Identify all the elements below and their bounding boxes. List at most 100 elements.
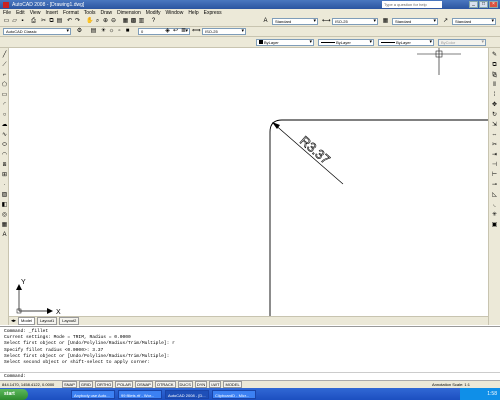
properties-icon[interactable]: ▦ — [122, 18, 129, 25]
model-toggle[interactable]: MODEL — [223, 381, 242, 388]
zoom-previous-icon[interactable]: ⊖ — [110, 18, 117, 25]
help-search-input[interactable]: Type a question for help — [382, 1, 442, 8]
menu-tools[interactable]: Tools — [84, 10, 96, 16]
make-object-layer-current-icon[interactable]: ◈ — [164, 28, 171, 35]
ellipse-arc-icon[interactable]: ◠ — [1, 152, 8, 159]
tab-nav-arrows-icon[interactable]: ◂▸ — [11, 318, 16, 324]
gradient-icon[interactable]: ◧ — [1, 202, 8, 209]
close-button[interactable]: × — [489, 1, 498, 8]
join-icon[interactable]: ⊸ — [491, 182, 498, 189]
dim-style-select[interactable]: ISO-25 — [332, 18, 378, 25]
line-icon[interactable]: ╱ — [1, 52, 8, 59]
open-icon[interactable]: ▱ — [11, 18, 18, 25]
help-icon[interactable]: ? — [150, 18, 157, 25]
multileader-style-select[interactable]: Standard — [452, 18, 496, 25]
explode-icon[interactable]: ✳ — [491, 212, 498, 219]
construction-line-icon[interactable]: ⟋ — [1, 62, 8, 69]
lineweight-select[interactable]: ByLayer — [378, 39, 434, 46]
tab-layout2[interactable]: Layout2 — [59, 317, 80, 325]
design-center-icon[interactable]: ▩ — [130, 18, 137, 25]
copy-object-icon[interactable]: ⧉ — [491, 62, 498, 69]
text-style-select[interactable]: Standard — [272, 18, 318, 25]
layer-manager-icon[interactable]: ▤ — [90, 28, 97, 35]
taskbar-item[interactable]: AutoCAD 2008 - [D... — [165, 389, 209, 399]
tab-model[interactable]: Model — [18, 317, 35, 325]
draworder-icon[interactable]: ▣ — [491, 222, 498, 229]
polyline-icon[interactable]: ⌐ — [1, 72, 8, 79]
minimize-button[interactable]: _ — [469, 1, 478, 8]
extend-icon[interactable]: ⇥ — [491, 152, 498, 159]
start-button[interactable]: start — [0, 388, 28, 400]
polar-toggle[interactable]: POLAR — [115, 381, 133, 388]
linetype-select[interactable]: ByLayer — [318, 39, 374, 46]
menu-view[interactable]: View — [30, 10, 41, 16]
move-icon[interactable]: ✥ — [491, 102, 498, 109]
break-icon[interactable]: ⊢ — [491, 172, 498, 179]
taskbar-item[interactable]: 99 fillets.rtf - Wor... — [118, 389, 162, 399]
offset-icon[interactable]: ⫴ — [491, 82, 498, 89]
insert-block-icon[interactable]: ⧈ — [1, 162, 8, 169]
pan-icon[interactable]: ✋ — [86, 18, 93, 25]
menu-window[interactable]: Window — [166, 10, 184, 16]
scale-icon[interactable]: ⇲ — [491, 122, 498, 129]
menu-draw[interactable]: Draw — [100, 10, 112, 16]
spline-icon[interactable]: ∿ — [1, 132, 8, 139]
table-icon[interactable]: ▦ — [1, 222, 8, 229]
dyn-toggle[interactable]: DYN — [194, 381, 208, 388]
menu-modify[interactable]: Modify — [146, 10, 161, 16]
workspace-select[interactable]: AutoCAD Classic — [3, 28, 71, 35]
maximize-button[interactable]: □ — [479, 1, 488, 8]
freeze-icon[interactable]: ☼ — [108, 28, 115, 35]
menu-help[interactable]: Help — [188, 10, 198, 16]
command-input[interactable]: Command: — [0, 372, 500, 380]
break-at-point-icon[interactable]: ⊣ — [491, 162, 498, 169]
point-icon[interactable]: · — [1, 182, 8, 189]
mtext-icon[interactable]: A — [1, 232, 8, 239]
undo-icon[interactable]: ↶ — [66, 18, 73, 25]
revcloud-icon[interactable]: ☁ — [1, 122, 8, 129]
drawing-canvas[interactable]: R3.37 X Y — [9, 48, 488, 316]
menu-dimension[interactable]: Dimension — [117, 10, 141, 16]
trim-icon[interactable]: ✂ — [491, 142, 498, 149]
save-icon[interactable]: ▪ — [19, 18, 26, 25]
coordinate-readout[interactable]: 844.1470, 1458.4122, 0.0000 — [2, 382, 60, 387]
make-block-icon[interactable]: ⊞ — [1, 172, 8, 179]
zoom-window-icon[interactable]: ⊕ — [102, 18, 109, 25]
lightbulb-icon[interactable]: ☀ — [100, 28, 107, 35]
menu-file[interactable]: File — [3, 10, 11, 16]
array-icon[interactable]: ⁞ — [491, 92, 498, 99]
menu-insert[interactable]: Insert — [45, 10, 58, 16]
workspace-settings-icon[interactable]: ⚙ — [76, 28, 83, 35]
menu-edit[interactable]: Edit — [16, 10, 25, 16]
ortho-toggle[interactable]: ORTHO — [94, 381, 114, 388]
new-icon[interactable]: ▭ — [3, 18, 10, 25]
lwt-toggle[interactable]: LWT — [209, 381, 222, 388]
radius-dimension-text[interactable]: R3.37 — [297, 133, 334, 168]
annotation-scale[interactable]: Annotation Scale: 1:1 — [432, 382, 470, 387]
zoom-icon[interactable]: ⌕ — [94, 18, 101, 25]
redo-icon[interactable]: ↷ — [74, 18, 81, 25]
ducs-toggle[interactable]: DUCS — [177, 381, 193, 388]
rotate-icon[interactable]: ↻ — [491, 112, 498, 119]
polygon-icon[interactable]: ⬠ — [1, 82, 8, 89]
taskbar-item[interactable]: Anybody use Auto... — [71, 389, 115, 399]
lock-icon[interactable]: ▫ — [116, 28, 123, 35]
menu-express[interactable]: Express — [204, 10, 222, 16]
menu-format[interactable]: Format — [63, 10, 79, 16]
layer-previous-icon[interactable]: ↩ — [172, 28, 179, 35]
otrack-toggle[interactable]: OTRACK — [154, 381, 176, 388]
region-icon[interactable]: ◎ — [1, 212, 8, 219]
print-icon[interactable]: ⎙ — [30, 18, 37, 25]
table-style-select[interactable]: Standard — [392, 18, 438, 25]
layer-states-icon[interactable]: ≣ — [180, 28, 187, 35]
ellipse-icon[interactable]: ⬭ — [1, 142, 8, 149]
cut-icon[interactable]: ✂ — [40, 18, 47, 25]
taskbar-item[interactable]: ClipboardD - Micr... — [212, 389, 256, 399]
tab-layout1[interactable]: Layout1 — [36, 317, 58, 325]
copy-icon[interactable]: ⧉ — [48, 18, 55, 25]
color-select[interactable]: ByLayer — [256, 39, 314, 46]
fillet-icon[interactable]: ◟ — [491, 202, 498, 209]
stretch-icon[interactable]: ⇔ — [491, 132, 498, 139]
dim-style-select-2[interactable]: ISO-25 — [202, 28, 246, 35]
snap-toggle[interactable]: SNAP — [62, 381, 77, 388]
